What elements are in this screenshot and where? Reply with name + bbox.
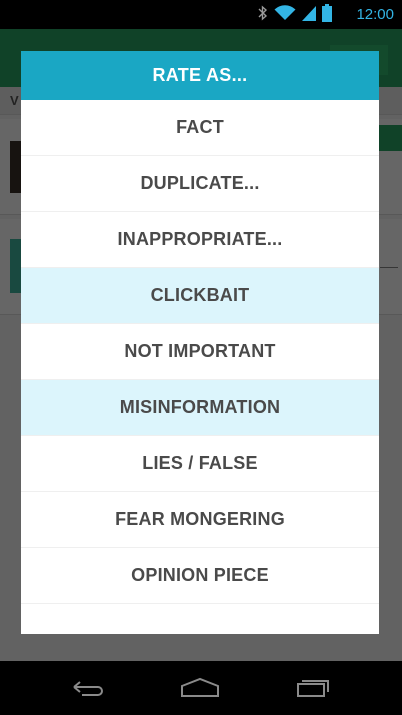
rating-options-list: FACT DUPLICATE... INAPPROPRIATE... CLICKBAI… (21, 100, 379, 604)
rating-option[interactable]: INAPPROPRIATE... (21, 212, 379, 268)
rating-option[interactable]: FEAR MONGERING (21, 492, 379, 548)
bluetooth-icon (258, 4, 268, 26)
status-time: 12:00 (356, 6, 394, 23)
rating-option[interactable]: DUPLICATE... (21, 156, 379, 212)
rating-option[interactable]: NOT IMPORTANT (21, 324, 379, 380)
signal-icon (302, 5, 316, 26)
rating-option[interactable]: CLICKBAIT (21, 268, 379, 324)
battery-icon (322, 3, 332, 27)
status-icons (258, 3, 332, 27)
rating-option[interactable]: MISINFORMATION (21, 380, 379, 436)
home-button[interactable] (178, 676, 222, 702)
navigation-bar (0, 661, 402, 715)
rating-option[interactable]: OPINION PIECE (21, 548, 379, 604)
recent-apps-button[interactable] (290, 676, 334, 702)
rating-option[interactable]: FACT (21, 100, 379, 156)
recent-apps-icon (292, 676, 332, 703)
back-icon (68, 677, 108, 702)
rating-option[interactable]: LIES / FALSE (21, 436, 379, 492)
status-bar: 12:00 (0, 0, 402, 29)
dialog-title: RATE AS... (21, 51, 379, 100)
rate-as-dialog: RATE AS... FACT DUPLICATE... INAPPROPRIATE… (21, 51, 379, 634)
home-icon (178, 676, 222, 703)
wifi-icon (274, 4, 296, 26)
back-button[interactable] (66, 676, 110, 702)
phone-screen: 12:00 V RATE AS... FACTDUPLICATE...INAPP… (0, 0, 402, 715)
